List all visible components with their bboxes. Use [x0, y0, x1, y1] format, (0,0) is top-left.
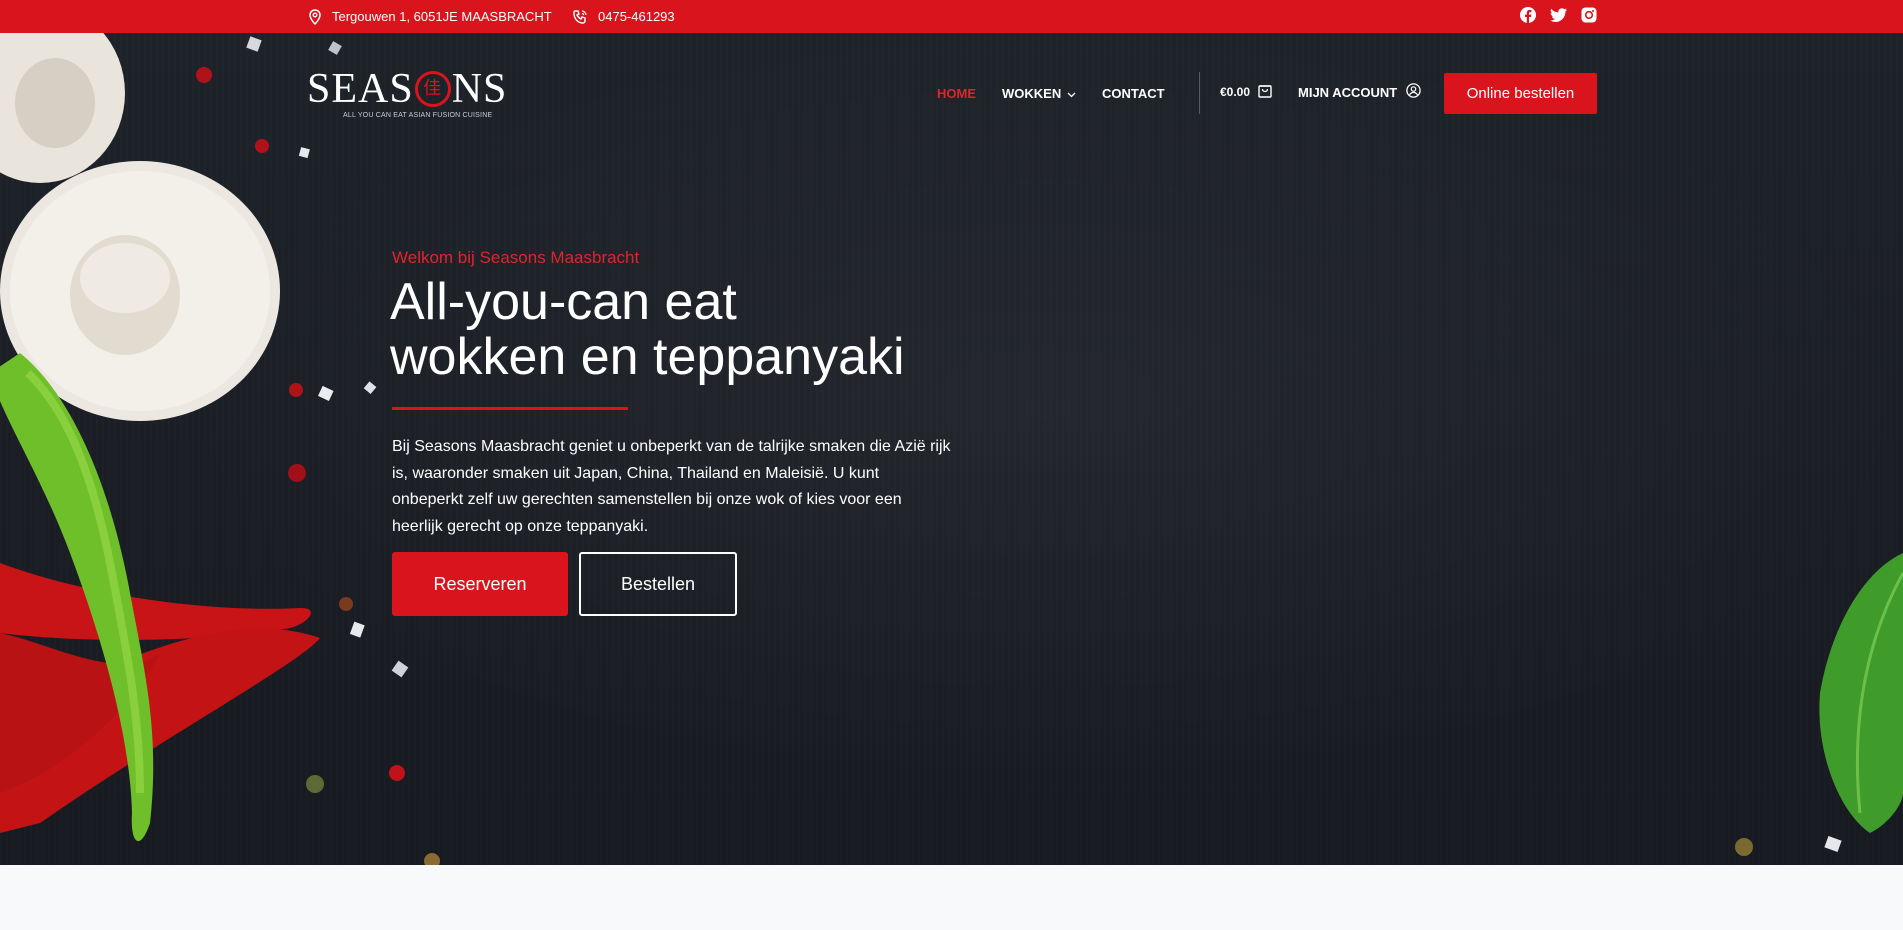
- hero-headline: All-you-can eat wokken en teppanyaki: [390, 275, 990, 385]
- nav-item-contact[interactable]: CONTACT: [1102, 86, 1165, 101]
- reserve-button[interactable]: Reserveren: [392, 552, 568, 616]
- address-info: Tergouwen 1, 6051JE MAASBRACHT: [308, 0, 552, 33]
- nav-divider: [1199, 72, 1200, 114]
- nav-item-wokken[interactable]: WOKKEN: [1002, 86, 1076, 101]
- social-links: [1520, 0, 1597, 30]
- nav-item-home[interactable]: HOME: [937, 86, 976, 101]
- top-bar: Tergouwen 1, 6051JE MAASBRACHT 0475-4612…: [0, 0, 1903, 33]
- logo-wordmark: SEAS 佳 NS: [307, 66, 507, 112]
- chevron-down-icon: [1067, 86, 1076, 101]
- order-button[interactable]: Bestellen: [579, 552, 737, 616]
- hero-divider: [392, 407, 628, 410]
- logo-seal-icon: 佳: [414, 71, 451, 107]
- hero-description: Bij Seasons Maasbracht geniet u onbeperk…: [392, 438, 951, 535]
- phone-number[interactable]: 0475-461293: [598, 9, 675, 24]
- instagram-icon[interactable]: [1581, 7, 1597, 23]
- account-label: MIJN ACCOUNT: [1298, 84, 1398, 100]
- cart-amount: €0.00: [1220, 85, 1251, 99]
- phone-icon: [572, 9, 588, 25]
- online-order-button[interactable]: Online bestellen: [1444, 73, 1597, 114]
- hero-headline-line1: All-you-can eat: [390, 273, 737, 331]
- phone-info[interactable]: 0475-461293: [572, 0, 675, 33]
- logo-text-left: SEAS: [307, 66, 414, 112]
- account-link[interactable]: MIJN ACCOUNT: [1298, 83, 1421, 101]
- address-text: Tergouwen 1, 6051JE MAASBRACHT: [332, 9, 552, 24]
- twitter-icon[interactable]: [1550, 8, 1567, 22]
- cart-link[interactable]: €0.00: [1220, 83, 1272, 101]
- nav-wokken-label: WOKKEN: [1002, 85, 1062, 101]
- logo-text-right: NS: [451, 66, 508, 112]
- logo-tagline: ALL YOU CAN EAT ASIAN FUSION CUISINE: [343, 112, 493, 119]
- hero-eyebrow: Welkom bij Seasons Maasbracht: [392, 248, 640, 267]
- user-icon: [1406, 83, 1421, 101]
- hero-headline-line2: wokken en teppanyaki: [390, 328, 905, 386]
- hero-section: SEAS 佳 NS ALL YOU CAN EAT ASIAN FUSION C…: [0, 33, 1903, 865]
- shopping-bag-icon: [1258, 83, 1272, 101]
- facebook-icon[interactable]: [1520, 7, 1536, 23]
- site-logo[interactable]: SEAS 佳 NS ALL YOU CAN EAT ASIAN FUSION C…: [307, 66, 527, 124]
- map-pin-icon: [308, 8, 322, 25]
